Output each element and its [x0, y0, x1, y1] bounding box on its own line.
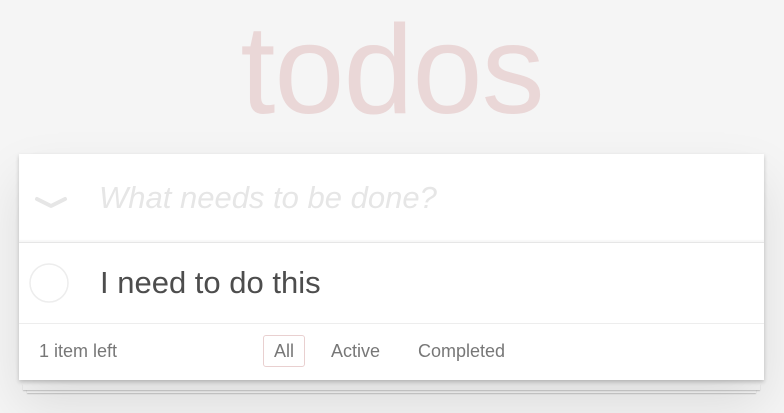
circle-check-icon[interactable] — [29, 263, 69, 303]
todo-count: 1 item left — [39, 341, 118, 361]
app-title: todos — [240, 0, 544, 140]
todo-item[interactable]: I need to do this — [19, 243, 764, 324]
todo-label[interactable]: I need to do this — [100, 263, 321, 303]
stack-shadow — [23, 384, 760, 390]
filter-completed[interactable]: Completed — [407, 335, 516, 367]
todo-app: I need to do this 1 item left All Active… — [19, 154, 764, 380]
new-todo-row — [19, 154, 764, 243]
filter-all[interactable]: All — [263, 335, 306, 367]
filter-active[interactable]: Active — [320, 335, 391, 367]
new-todo-input[interactable] — [99, 174, 739, 222]
footer: 1 item left All Active Completed — [19, 324, 764, 380]
chevron-down-icon[interactable] — [31, 184, 71, 224]
